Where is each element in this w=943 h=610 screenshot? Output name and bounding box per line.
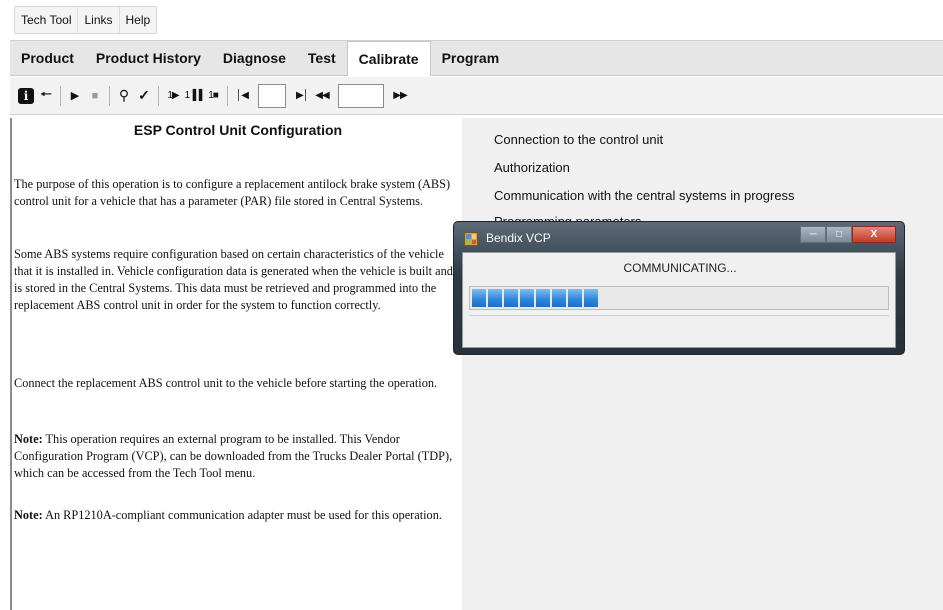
document-title: ESP Control Unit Configuration (133, 122, 343, 138)
progress-block (584, 289, 598, 307)
status-text: COMMUNICATING... (623, 261, 737, 275)
note-adapter: Note: An RP1210A-compliant communication… (14, 507, 454, 524)
progress-block (536, 289, 550, 307)
divider (469, 315, 889, 316)
note-adapter-text: An RP1210A-compliant communication adapt… (42, 508, 442, 522)
close-button[interactable]: X (852, 226, 896, 243)
progress-block (488, 289, 502, 307)
tab-product-history[interactable]: Product History (85, 41, 212, 75)
menu-bar: Tech Tool Links Help (14, 6, 158, 34)
check-icon[interactable]: ✓ (134, 85, 154, 107)
tab-test[interactable]: Test (297, 41, 347, 75)
progress-bar (469, 286, 889, 310)
menu-tech-tool[interactable]: Tech Tool (15, 7, 77, 33)
progress-block (552, 289, 566, 307)
step-communication: Communication with the central systems i… (494, 188, 795, 203)
dialog-content: COMMUNICATING... (462, 252, 896, 348)
stop-icon[interactable]: ■ (85, 85, 105, 107)
step-authorization: Authorization (494, 160, 570, 175)
bendix-vcp-dialog: Bendix VCP ─ □ X COMMUNICATING... (453, 221, 905, 355)
document-pane: ESP Control Unit Configuration The purpo… (10, 118, 462, 610)
tab-calibrate[interactable]: Calibrate (346, 41, 431, 76)
minimize-button[interactable]: ─ (800, 226, 826, 243)
play-icon[interactable]: ▶ (65, 85, 85, 107)
note-label: Note: (14, 432, 43, 446)
tab-product[interactable]: Product (10, 41, 85, 75)
menu-help[interactable]: Help (118, 7, 157, 33)
maximize-button[interactable]: □ (826, 226, 852, 243)
progress-block (520, 289, 534, 307)
first-icon[interactable]: │◀ (232, 85, 252, 107)
application-icon (464, 232, 478, 246)
dialog-title: Bendix VCP (486, 231, 551, 245)
progress-fill (472, 289, 600, 307)
probe-icon[interactable]: ⚲ (114, 85, 134, 107)
info-icon[interactable]: i (16, 85, 36, 107)
step-connection: Connection to the control unit (494, 132, 664, 147)
toolbar: i 🠔 ▶ ■ ⚲ ✓ 1▶ 1▐▐ 1■ │◀ ▶│ ◀◀ ▶▶ (10, 77, 943, 115)
note-label: Note: (14, 508, 43, 522)
progress-steps-pane: Connection to the control unit Authoriza… (462, 118, 943, 610)
step-number-field[interactable] (258, 83, 286, 108)
toolbar-separator (109, 85, 110, 106)
toolbar-separator (227, 85, 228, 106)
tab-program[interactable]: Program (431, 41, 511, 75)
paragraph-purpose: The purpose of this operation is to conf… (14, 177, 451, 208)
tab-bar: Product Product History Diagnose Test Ca… (10, 40, 943, 76)
tab-diagnose[interactable]: Diagnose (212, 41, 297, 75)
rewind-icon[interactable]: ◀◀ (312, 85, 332, 107)
progress-block (504, 289, 518, 307)
paragraph-configuration: Some ABS systems require configuration b… (14, 247, 453, 312)
note-vcp-text: This operation requires an external prog… (14, 432, 453, 480)
progress-block (568, 289, 582, 307)
progress-block (472, 289, 486, 307)
toolbar-separator (158, 85, 159, 106)
menu-links[interactable]: Links (77, 7, 118, 33)
note-vcp: Note: This operation requires an externa… (14, 431, 454, 482)
fast-forward-icon[interactable]: ▶▶ (390, 85, 410, 107)
step-into-icon[interactable]: 1▶ (163, 85, 183, 107)
back-arrow-icon[interactable]: 🠔 (36, 85, 56, 107)
last-icon[interactable]: ▶│ (292, 85, 312, 107)
step-out-icon[interactable]: 1■ (203, 85, 223, 107)
paragraph-connect: Connect the replacement ABS control unit… (14, 376, 438, 390)
toolbar-separator (60, 85, 61, 106)
step-over-icon[interactable]: 1▐▐ (183, 85, 203, 107)
jump-to-field[interactable] (338, 83, 384, 108)
window-controls: ─ □ X (800, 226, 896, 243)
